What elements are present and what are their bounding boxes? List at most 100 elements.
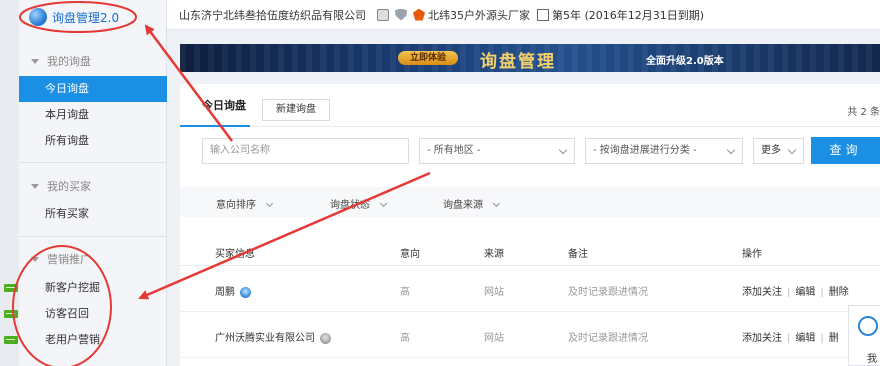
chevron-down-icon xyxy=(265,199,274,208)
top-bar: 山东济宁北纬叁拾伍度纺织品有限公司 北纬35户外源头厂家 第5年 (2016年1… xyxy=(167,0,880,30)
sidebar-section-my-buyers[interactable]: 我的买家 xyxy=(19,171,167,201)
source-cell: 网站 xyxy=(484,287,504,298)
filter-inquiry-source[interactable]: 询盘来源 xyxy=(443,196,501,211)
sidebar-item-all-buyers[interactable]: 所有买家 xyxy=(19,201,167,227)
region-select[interactable]: - 所有地区 - xyxy=(419,138,575,164)
edit-link[interactable]: 编辑 xyxy=(795,333,815,344)
col-intent: 意向 xyxy=(400,249,420,260)
sidebar-section-my-inquiries[interactable]: 我的询盘 xyxy=(19,46,167,76)
total-count: 共 2 条 xyxy=(847,107,880,118)
divider: | xyxy=(820,287,824,298)
section-title: 我的买家 xyxy=(47,180,91,193)
chat-icon[interactable] xyxy=(320,332,331,344)
filter-label: 询盘来源 xyxy=(443,200,483,211)
chevron-down-icon xyxy=(726,145,736,155)
new-inquiry-button[interactable]: 新建询盘 xyxy=(262,99,330,121)
nav-label: 访客召回 xyxy=(45,307,89,320)
chat-icon[interactable] xyxy=(240,286,251,298)
caret-down-icon xyxy=(31,58,39,64)
follow-link[interactable]: 添加关注 xyxy=(742,287,782,298)
table-row: 广州沃腾实业有限公司 高 网站 及时记录跟进情况 添加关注 | 编辑 | 删 xyxy=(180,312,880,358)
globe-icon xyxy=(29,8,47,26)
intent-cell: 高 xyxy=(400,287,410,298)
new-badge-icon xyxy=(4,336,18,344)
chevron-down-icon xyxy=(379,199,388,208)
company-search-input[interactable]: 输入公司名称 xyxy=(202,138,409,164)
banner-subtitle: 全面升级2.0版本 xyxy=(646,56,724,67)
filter-inquiry-status[interactable]: 询盘状态 xyxy=(330,196,388,211)
tab-today-inquiries[interactable]: 今日询盘 xyxy=(202,97,246,113)
more-label: 更多 xyxy=(761,145,781,156)
sidebar-item-all-inquiries[interactable]: 所有询盘 xyxy=(19,128,167,154)
supplier-badge-text: 北纬35户外源头厂家 xyxy=(428,8,530,22)
divider: | xyxy=(820,333,824,344)
tab-divider xyxy=(180,126,880,127)
divider: | xyxy=(787,287,791,298)
delete-link[interactable]: 删 xyxy=(829,333,839,344)
filter-label: 意向排序 xyxy=(216,200,256,211)
progress-select-value: - 按询盘进展进行分类 - xyxy=(593,145,697,156)
follow-link[interactable]: 添加关注 xyxy=(742,333,782,344)
chevron-down-icon xyxy=(787,145,797,155)
col-note: 备注 xyxy=(568,249,588,260)
banner-try-now[interactable]: 立即体验 xyxy=(398,51,458,65)
sidebar-item-visitor-recall[interactable]: 访客召回 xyxy=(4,301,167,327)
table-row: 周鹏 高 网站 及时记录跟进情况 添加关注 | 编辑 | 删除 xyxy=(180,266,880,312)
sidebar-item-today-inquiries[interactable]: 今日询盘 xyxy=(19,76,167,102)
chevron-down-icon xyxy=(558,145,568,155)
delete-link[interactable]: 删除 xyxy=(829,287,849,298)
app-frame: 询盘管理2.0 我的询盘 今日询盘 本月询盘 所有询盘 我的买家 所有买家 营销… xyxy=(0,0,880,366)
shield-icon xyxy=(395,8,407,21)
actions-cell: 添加关注 | 编辑 | 删 xyxy=(742,329,839,344)
banner-title: 询盘管理 xyxy=(480,52,556,72)
section-title: 我的询盘 xyxy=(47,55,91,68)
divider: | xyxy=(787,333,791,344)
nav-label: 新客户挖掘 xyxy=(45,281,100,294)
inquiry-panel: 今日询盘 新建询盘 共 2 条 输入公司名称 - 所有地区 - - 按询盘进展进… xyxy=(180,84,880,366)
filter-bar: 意向排序 询盘状态 询盘来源 xyxy=(180,187,880,217)
sidebar: 询盘管理2.0 我的询盘 今日询盘 本月询盘 所有询盘 我的买家 所有买家 营销… xyxy=(4,0,167,366)
app-logo-text: 询盘管理2.0 xyxy=(52,10,120,25)
note-cell[interactable]: 及时记录跟进情况 xyxy=(568,283,648,298)
buyer-cell[interactable]: 广州沃腾实业有限公司 xyxy=(215,329,331,344)
floating-card-text: 我的 xyxy=(867,354,877,365)
nav-label: 老用户营销 xyxy=(45,333,100,346)
sidebar-divider xyxy=(19,236,167,237)
query-button[interactable]: 查询 xyxy=(811,137,880,164)
intent-cell: 高 xyxy=(400,333,410,344)
col-source: 来源 xyxy=(484,249,504,260)
source-cell: 网站 xyxy=(484,333,504,344)
document-icon xyxy=(377,8,389,21)
chevron-down-icon xyxy=(492,199,501,208)
table-header: 买家信息 意向 来源 备注 操作 xyxy=(180,236,880,266)
actions-cell: 添加关注 | 编辑 | 删除 xyxy=(742,283,849,298)
active-tab-indicator xyxy=(180,125,250,127)
sidebar-section-marketing[interactable]: 营销推广 xyxy=(19,244,167,274)
col-actions: 操作 xyxy=(742,249,762,260)
app-logo[interactable]: 询盘管理2.0 xyxy=(29,6,119,28)
filter-intent-sort[interactable]: 意向排序 xyxy=(216,196,274,211)
buyer-name: 周鹏 xyxy=(215,287,235,298)
section-title: 营销推广 xyxy=(47,253,91,266)
region-select-value: - 所有地区 - xyxy=(427,145,481,156)
new-badge-icon xyxy=(4,310,18,318)
certificate-icon xyxy=(537,8,549,21)
floating-help-card[interactable]: 我的 xyxy=(848,305,880,366)
edit-link[interactable]: 编辑 xyxy=(795,287,815,298)
buyer-cell[interactable]: 周鹏 xyxy=(215,283,251,298)
caret-down-icon xyxy=(31,256,39,262)
new-badge-icon xyxy=(4,284,18,292)
more-filters-select[interactable]: 更多 xyxy=(753,138,804,164)
sidebar-divider xyxy=(19,162,167,163)
sidebar-item-old-user-marketing[interactable]: 老用户营销 xyxy=(4,327,167,353)
filter-label: 询盘状态 xyxy=(330,200,370,211)
sidebar-item-month-inquiries[interactable]: 本月询盘 xyxy=(19,102,167,128)
promo-banner[interactable]: 立即体验 询盘管理 全面升级2.0版本 xyxy=(180,44,880,72)
note-cell[interactable]: 及时记录跟进情况 xyxy=(568,329,648,344)
company-name: 山东济宁北纬叁拾伍度纺织品有限公司 xyxy=(179,8,366,22)
buyer-name: 广州沃腾实业有限公司 xyxy=(215,333,315,344)
progress-select[interactable]: - 按询盘进展进行分类 - xyxy=(585,138,743,164)
badge-icon xyxy=(413,8,425,21)
sidebar-item-new-customers[interactable]: 新客户挖掘 xyxy=(4,275,167,301)
membership-years: 第5年 (2016年12月31日到期) xyxy=(552,8,705,22)
